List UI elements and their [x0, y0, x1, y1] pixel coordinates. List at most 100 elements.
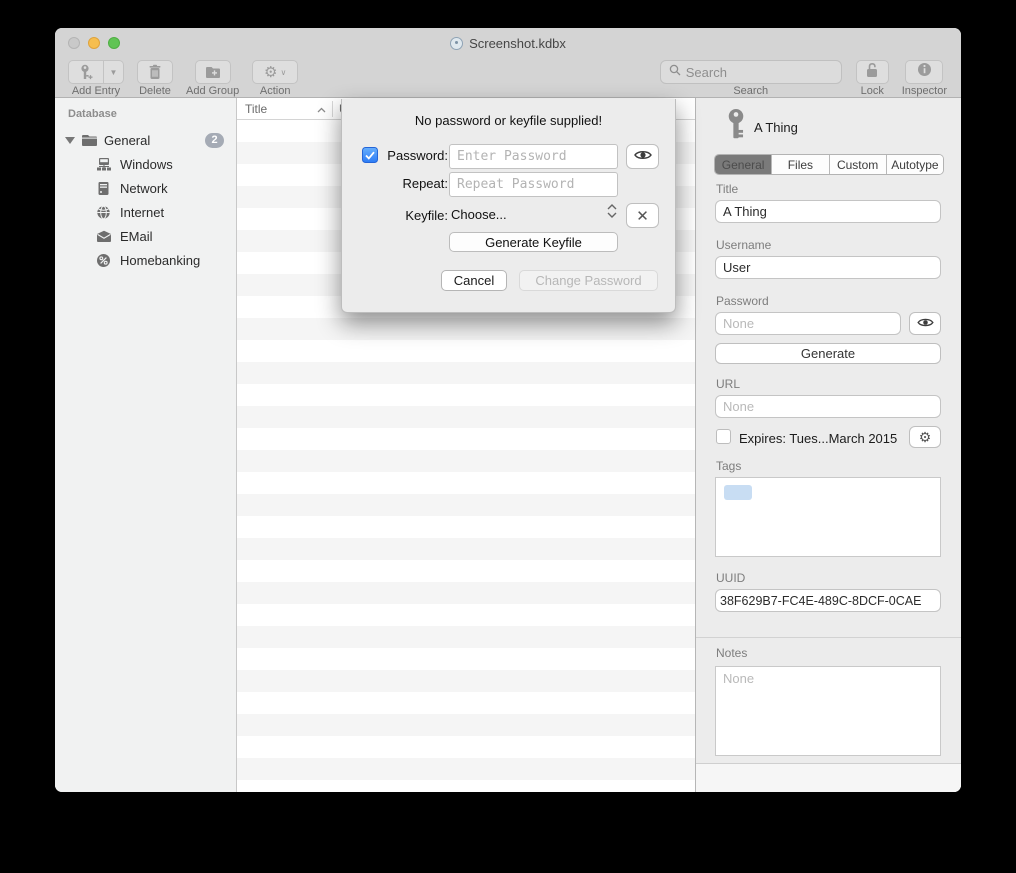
- sheet-message: No password or keyfile supplied!: [342, 113, 675, 128]
- tab-autotype[interactable]: Autotype: [887, 155, 943, 174]
- stepper-icon[interactable]: [607, 204, 617, 218]
- folder-icon: [81, 132, 98, 149]
- titlebar: Screenshot.kdbx: [55, 28, 961, 58]
- entry-count-badge: 2: [205, 133, 224, 148]
- window-title: Screenshot.kdbx: [469, 36, 566, 51]
- add-entry-button[interactable]: [68, 60, 104, 84]
- expires-checkbox[interactable]: [716, 429, 731, 444]
- sidebar-item-general[interactable]: General 2: [55, 128, 236, 152]
- sidebar-item-internet[interactable]: Internet: [55, 200, 236, 224]
- tags-box[interactable]: [715, 477, 941, 557]
- sidebar-item-label: EMail: [120, 229, 153, 244]
- close-x-icon: ✕: [636, 207, 649, 225]
- cancel-button[interactable]: Cancel: [441, 270, 507, 291]
- search-field[interactable]: [660, 60, 842, 84]
- document-proxy-icon: [450, 37, 463, 50]
- unlock-icon: [865, 62, 879, 83]
- delete-button[interactable]: [137, 60, 173, 84]
- sort-ascending-icon: [317, 102, 326, 116]
- dialog-password-input[interactable]: [449, 144, 618, 169]
- keyfile-popup[interactable]: Choose...: [451, 207, 507, 222]
- search-label: Search: [733, 85, 768, 97]
- inspector-panel: A Thing General Files Custom Autotype Ti…: [695, 98, 961, 792]
- delete-item: Delete: [137, 60, 173, 97]
- title-field-label: Title: [716, 182, 738, 196]
- tab-files[interactable]: Files: [772, 155, 829, 174]
- column-separator[interactable]: [332, 101, 333, 117]
- title-field[interactable]: [715, 200, 941, 223]
- percent-icon: [95, 252, 112, 269]
- dialog-repeat-label: Repeat:: [372, 176, 448, 191]
- add-group-item: Add Group: [186, 60, 239, 97]
- sidebar-item-windows[interactable]: Windows: [55, 152, 236, 176]
- dialog-repeat-input[interactable]: [449, 172, 618, 197]
- sidebar-item-label: Homebanking: [120, 253, 200, 268]
- password-field-label: Password: [716, 294, 769, 308]
- expires-options-button[interactable]: ⚙: [909, 426, 941, 448]
- generate-button-label: Generate: [801, 346, 855, 361]
- add-entry-dropdown[interactable]: ▼: [104, 60, 124, 84]
- tag-pill[interactable]: [724, 485, 752, 500]
- inspector-footer: [696, 763, 961, 792]
- tab-general[interactable]: General: [715, 155, 772, 174]
- search-icon: [669, 63, 681, 81]
- notes-field-label: Notes: [716, 646, 747, 660]
- chevron-down-icon: ▼: [110, 68, 118, 77]
- inspector-button[interactable]: [905, 60, 943, 84]
- dialog-show-password-button[interactable]: [626, 144, 659, 169]
- show-password-button[interactable]: [909, 312, 941, 335]
- key-plus-icon: [78, 64, 95, 81]
- lock-item: Lock: [856, 60, 889, 97]
- trash-icon: [147, 64, 164, 81]
- gear-icon: ⚙: [919, 430, 932, 444]
- windows-icon: [95, 156, 112, 173]
- url-field-label: URL: [716, 377, 740, 391]
- sidebar-item-email[interactable]: EMail: [55, 224, 236, 248]
- uuid-field[interactable]: [715, 589, 941, 612]
- add-entry-label: Add Entry: [72, 85, 120, 97]
- inspector-tabs: General Files Custom Autotype: [714, 154, 944, 175]
- sidebar-item-label: General: [104, 133, 150, 148]
- notes-field[interactable]: [715, 666, 941, 756]
- action-item: ⚙ ∨ Action: [252, 60, 298, 97]
- sidebar-item-network[interactable]: Network: [55, 176, 236, 200]
- sidebar-item-homebanking[interactable]: Homebanking: [55, 248, 236, 272]
- clear-keyfile-button[interactable]: ✕: [626, 203, 659, 228]
- info-icon: [917, 62, 932, 82]
- disclosure-triangle-icon[interactable]: [65, 137, 75, 144]
- lock-button[interactable]: [856, 60, 889, 84]
- password-field[interactable]: [715, 312, 901, 335]
- username-field[interactable]: [715, 256, 941, 279]
- eye-icon: [634, 148, 652, 166]
- generate-password-button[interactable]: Generate: [715, 343, 941, 364]
- sidebar-section-header: Database: [55, 108, 236, 120]
- envelope-icon: [95, 228, 112, 245]
- entry-title-heading: A Thing: [754, 120, 798, 135]
- add-group-button[interactable]: [195, 60, 231, 84]
- sidebar-item-label: Network: [120, 181, 168, 196]
- dialog-password-label: Password:: [372, 148, 448, 163]
- action-button[interactable]: ⚙ ∨: [252, 60, 298, 84]
- column-header-title[interactable]: Title: [237, 102, 317, 116]
- expires-label: Expires: Tues...March 2015: [739, 431, 897, 446]
- add-entry-item: ▼ Add Entry: [68, 60, 124, 97]
- chevron-down-icon: ∨: [281, 68, 287, 77]
- app-window: Screenshot.kdbx ▼ Add Entry: [55, 28, 961, 792]
- search-input[interactable]: [686, 65, 833, 80]
- url-field[interactable]: [715, 395, 941, 418]
- sidebar-item-label: Windows: [120, 157, 173, 172]
- search-item: Search: [660, 60, 842, 97]
- inspector-item: Inspector: [902, 60, 947, 97]
- key-icon: [725, 108, 747, 147]
- change-password-button[interactable]: Change Password: [519, 270, 658, 291]
- change-password-sheet: No password or keyfile supplied! Passwor…: [341, 99, 676, 313]
- delete-label: Delete: [139, 85, 171, 97]
- tags-field-label: Tags: [716, 459, 741, 473]
- tab-custom[interactable]: Custom: [830, 155, 887, 174]
- action-label: Action: [260, 85, 291, 97]
- sidebar: Database General 2 Windows: [55, 98, 237, 792]
- sidebar-item-label: Internet: [120, 205, 164, 220]
- eye-icon: [917, 316, 934, 331]
- generate-keyfile-button[interactable]: Generate Keyfile: [449, 232, 618, 252]
- username-field-label: Username: [716, 238, 771, 252]
